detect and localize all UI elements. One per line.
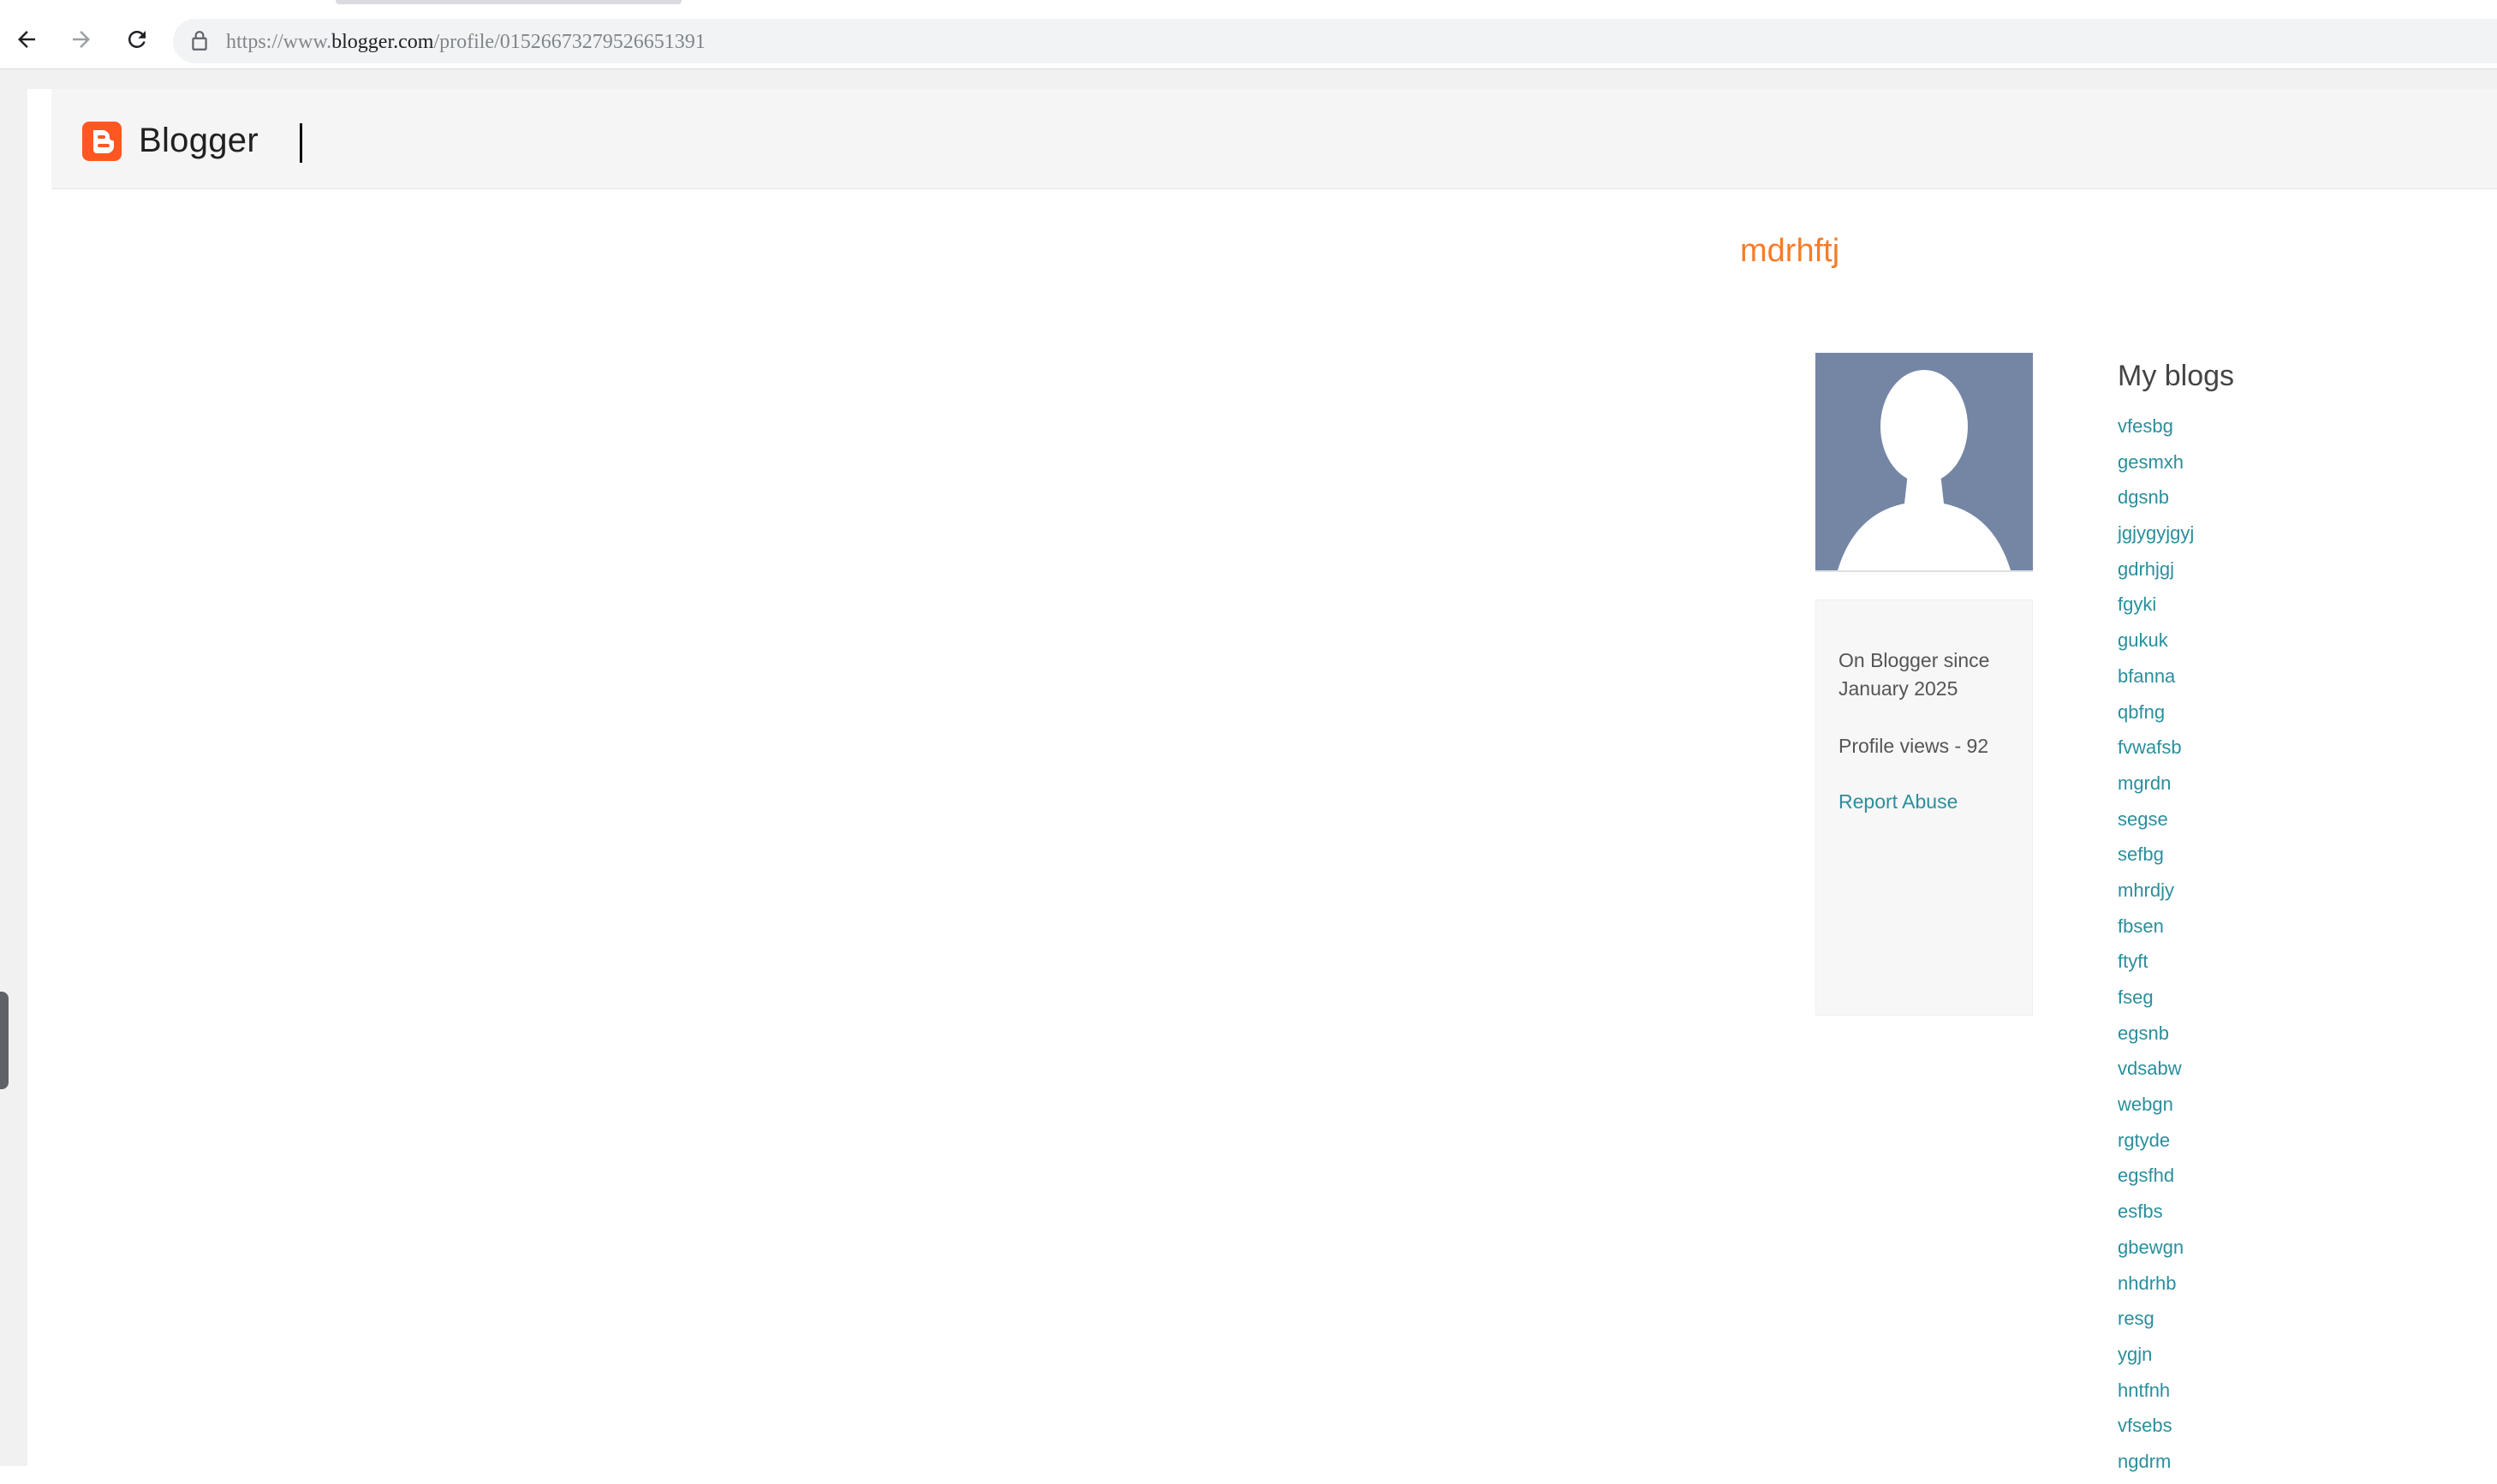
blogger-logo-icon[interactable] bbox=[82, 122, 122, 161]
forward-button[interactable] bbox=[63, 21, 100, 58]
reload-button[interactable] bbox=[118, 21, 156, 58]
lock-icon bbox=[192, 31, 207, 51]
blog-link[interactable]: webgn bbox=[2118, 1091, 2194, 1127]
url-path: /profile/01526673279526651391 bbox=[433, 31, 706, 53]
blog-link[interactable]: vfsebs bbox=[2118, 1412, 2194, 1448]
blog-link[interactable]: egsfhd bbox=[2118, 1162, 2194, 1198]
profile-avatar bbox=[1815, 353, 2033, 572]
profile-views: Profile views - 92 bbox=[1838, 735, 1989, 757]
blog-link[interactable]: hntfnh bbox=[2118, 1377, 2194, 1413]
browser-toolbar: https://www.blogger.com/profile/01526673… bbox=[0, 7, 2497, 69]
blog-link[interactable]: vdsabw bbox=[2118, 1055, 2194, 1091]
my-blogs-heading: My blogs bbox=[2118, 360, 2235, 392]
blog-link[interactable]: jgjygyjgyj bbox=[2118, 520, 2194, 556]
blog-link[interactable]: egsnb bbox=[2118, 1020, 2194, 1056]
reload-icon bbox=[128, 30, 146, 48]
blog-link[interactable]: fgyki bbox=[2118, 591, 2194, 627]
default-avatar-icon bbox=[1838, 370, 2011, 570]
blog-link[interactable]: fseg bbox=[2118, 984, 2194, 1020]
blog-link[interactable]: fbsen bbox=[2118, 913, 2194, 949]
profile-info-box: On Blogger since January 2025 Profile vi… bbox=[1815, 599, 2033, 1016]
blog-link[interactable]: dgsnb bbox=[2118, 484, 2194, 520]
arrow-right-icon bbox=[73, 31, 90, 48]
blog-link[interactable]: resg bbox=[2118, 1305, 2194, 1341]
blogger-b-icon bbox=[93, 130, 114, 153]
blog-link[interactable]: nhdrhb bbox=[2118, 1270, 2194, 1306]
blog-link[interactable]: segse bbox=[2118, 806, 2194, 842]
blog-link[interactable]: vfesbg bbox=[2118, 413, 2194, 449]
member-since: On Blogger since January 2025 bbox=[1838, 649, 1990, 700]
arrow-left-icon bbox=[18, 31, 35, 48]
url-host: blogger.com bbox=[331, 31, 434, 53]
blog-list: vfesbg gesmxh dgsnb jgjygyjgyj gdrhjgj f… bbox=[2118, 413, 2194, 1484]
brand-name[interactable]: Blogger bbox=[139, 122, 259, 160]
url-prefix: https://www. bbox=[226, 31, 332, 53]
profile-username: mdrhftj bbox=[1740, 233, 1840, 269]
blog-link[interactable]: fvwafsb bbox=[2118, 734, 2194, 770]
blog-link[interactable]: ftyft bbox=[2118, 948, 2194, 984]
blog-link[interactable]: mgrdn bbox=[2118, 770, 2194, 806]
blog-link[interactable]: ygjn bbox=[2118, 1341, 2194, 1377]
report-abuse-link[interactable]: Report Abuse bbox=[1838, 790, 1958, 814]
blog-link[interactable]: gbewgn bbox=[2118, 1234, 2194, 1270]
side-panel-handle[interactable] bbox=[0, 992, 9, 1089]
blog-link[interactable]: esfbs bbox=[2118, 1198, 2194, 1234]
address-bar[interactable]: https://www.blogger.com/profile/01526673… bbox=[173, 19, 2497, 63]
blog-link[interactable]: gukuk bbox=[2118, 627, 2194, 663]
text-cursor bbox=[300, 123, 302, 163]
active-tab-indicator[interactable] bbox=[336, 0, 682, 4]
url-text: https://www.blogger.com/profile/01526673… bbox=[226, 31, 706, 54]
blog-link[interactable]: rgtyde bbox=[2118, 1127, 2194, 1163]
back-button[interactable] bbox=[8, 21, 45, 58]
blog-link[interactable]: sefbg bbox=[2118, 841, 2194, 877]
blog-link[interactable]: bfanna bbox=[2118, 663, 2194, 699]
blog-link[interactable]: gdrhjgj bbox=[2118, 556, 2194, 592]
blog-link[interactable]: qbfng bbox=[2118, 699, 2194, 735]
blog-link[interactable]: gesmxh bbox=[2118, 449, 2194, 485]
blog-link[interactable]: mhrdjy bbox=[2118, 877, 2194, 913]
blogger-header: Blogger bbox=[51, 89, 2497, 189]
